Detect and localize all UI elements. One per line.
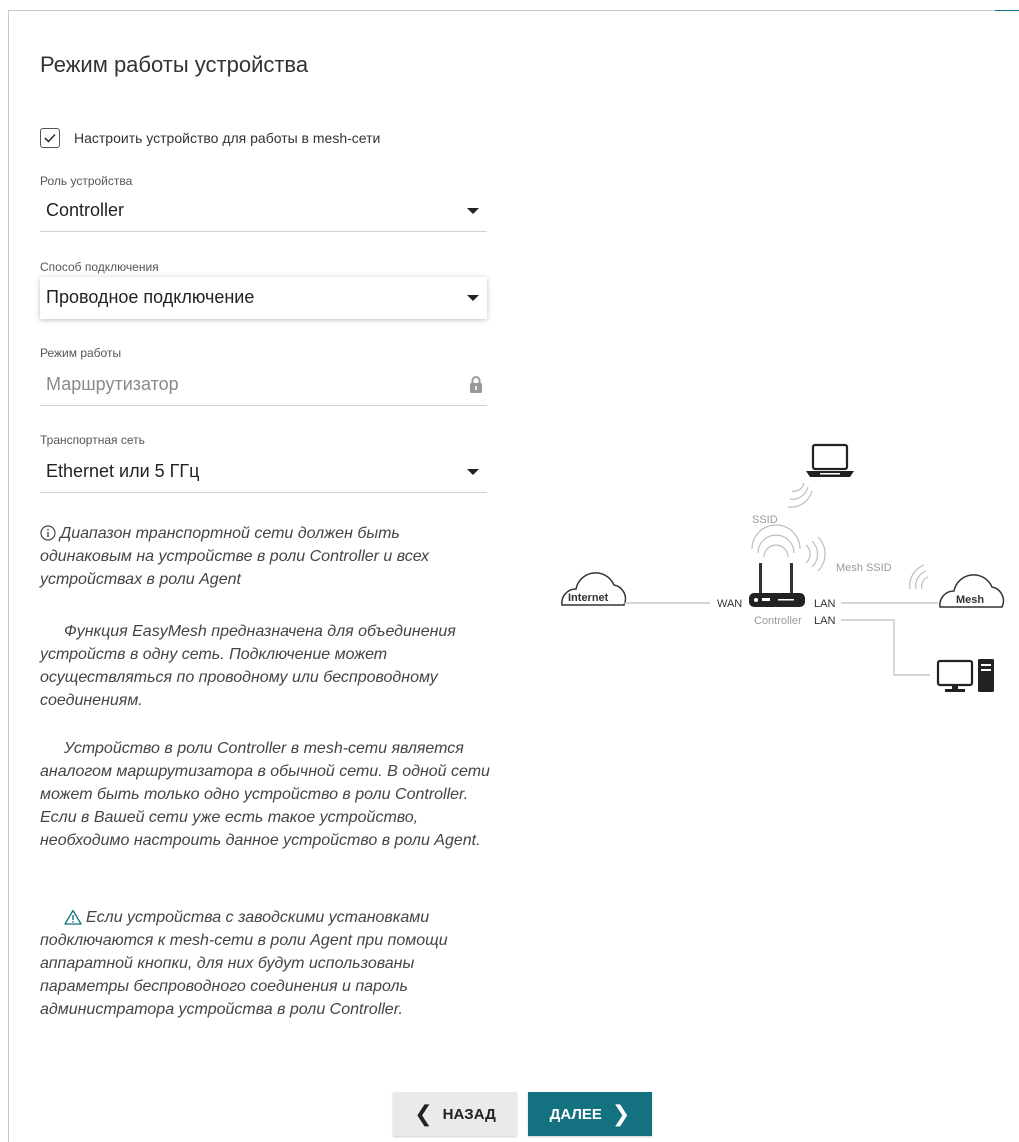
internet-label: Internet [568,592,609,604]
desktop-computer-icon [936,659,994,692]
checkmark-icon [44,133,56,143]
lock-icon [470,376,482,393]
chevron-left-icon: ❮ [414,1101,433,1126]
mode-field: Маршрутизатор [40,364,487,406]
connection-select[interactable]: Проводное подключение [40,277,487,319]
role-value: Controller [46,200,125,220]
transport-label: Транспортная сеть [40,433,145,447]
mesh-cloud-icon: Mesh [939,574,1005,608]
transport-note: Диапазон транспортной сети должен быть о… [40,522,495,591]
internet-cloud-icon: Internet [561,572,627,606]
next-button[interactable]: ДАЛЕЕ ❯ [528,1092,652,1136]
agent-warning-text: Если устройства с заводскими установками… [40,909,448,1018]
mode-label: Режим работы [40,346,122,360]
dropdown-caret-icon [467,295,479,301]
lan-label-1: LAN [814,598,835,610]
transport-select[interactable]: Ethernet или 5 ГГц [40,451,487,493]
mesh-label: Mesh [956,594,984,606]
mesh-checkbox-row[interactable]: Настроить устройство для работы в mesh-с… [40,128,380,148]
frame-top-border [8,10,1019,11]
ssid-label: SSID [752,514,778,526]
transport-value: Ethernet или 5 ГГц [46,461,200,481]
easymesh-description: Функция EasyMesh предназначена для объед… [40,623,456,709]
chevron-right-icon: ❯ [611,1101,631,1126]
mesh-ssid-label: Mesh SSID [836,562,892,574]
router-wifi-waves-icon [751,524,826,572]
dropdown-caret-icon [467,469,479,475]
lan-label-2: LAN [814,615,835,627]
role-label: Роль устройства [40,174,133,188]
agent-warning: Если устройства с заводскими установками… [40,906,495,1021]
laptop-wifi-waves-icon [787,482,813,508]
mesh-checkbox-label: Настроить устройство для работы в mesh-с… [74,130,381,146]
connection-value: Проводное подключение [46,287,255,307]
mode-value: Маршрутизатор [46,374,179,394]
connection-label: Способ подключения [40,260,159,274]
mesh-wifi-waves-icon [909,564,929,590]
role-select[interactable]: Controller [40,190,487,232]
laptop-icon [806,443,854,477]
next-button-label: ДАЛЕЕ [549,1105,602,1123]
mesh-checkbox[interactable] [40,128,60,148]
page-title: Режим работы устройства [40,52,309,77]
router-icon [749,563,805,607]
frame-accent-line [995,10,1019,11]
controller-label: Controller [754,615,802,627]
lan-pc-link-line [841,619,930,676]
wan-label: WAN [717,598,742,610]
back-button[interactable]: ❮ НАЗАД [393,1092,517,1136]
frame-left-border [8,10,9,1142]
info-icon [40,525,56,541]
controller-description: Устройство в роли Controller в mesh-сети… [40,740,490,849]
warning-icon [64,909,82,925]
back-button-label: НАЗАД [442,1105,496,1123]
dropdown-caret-icon [467,208,479,214]
mesh-network-diagram: Internet WAN Controller LAN Mesh SSID Me… [561,443,1005,692]
transport-note-text: Диапазон транспортной сети должен быть о… [40,525,429,588]
